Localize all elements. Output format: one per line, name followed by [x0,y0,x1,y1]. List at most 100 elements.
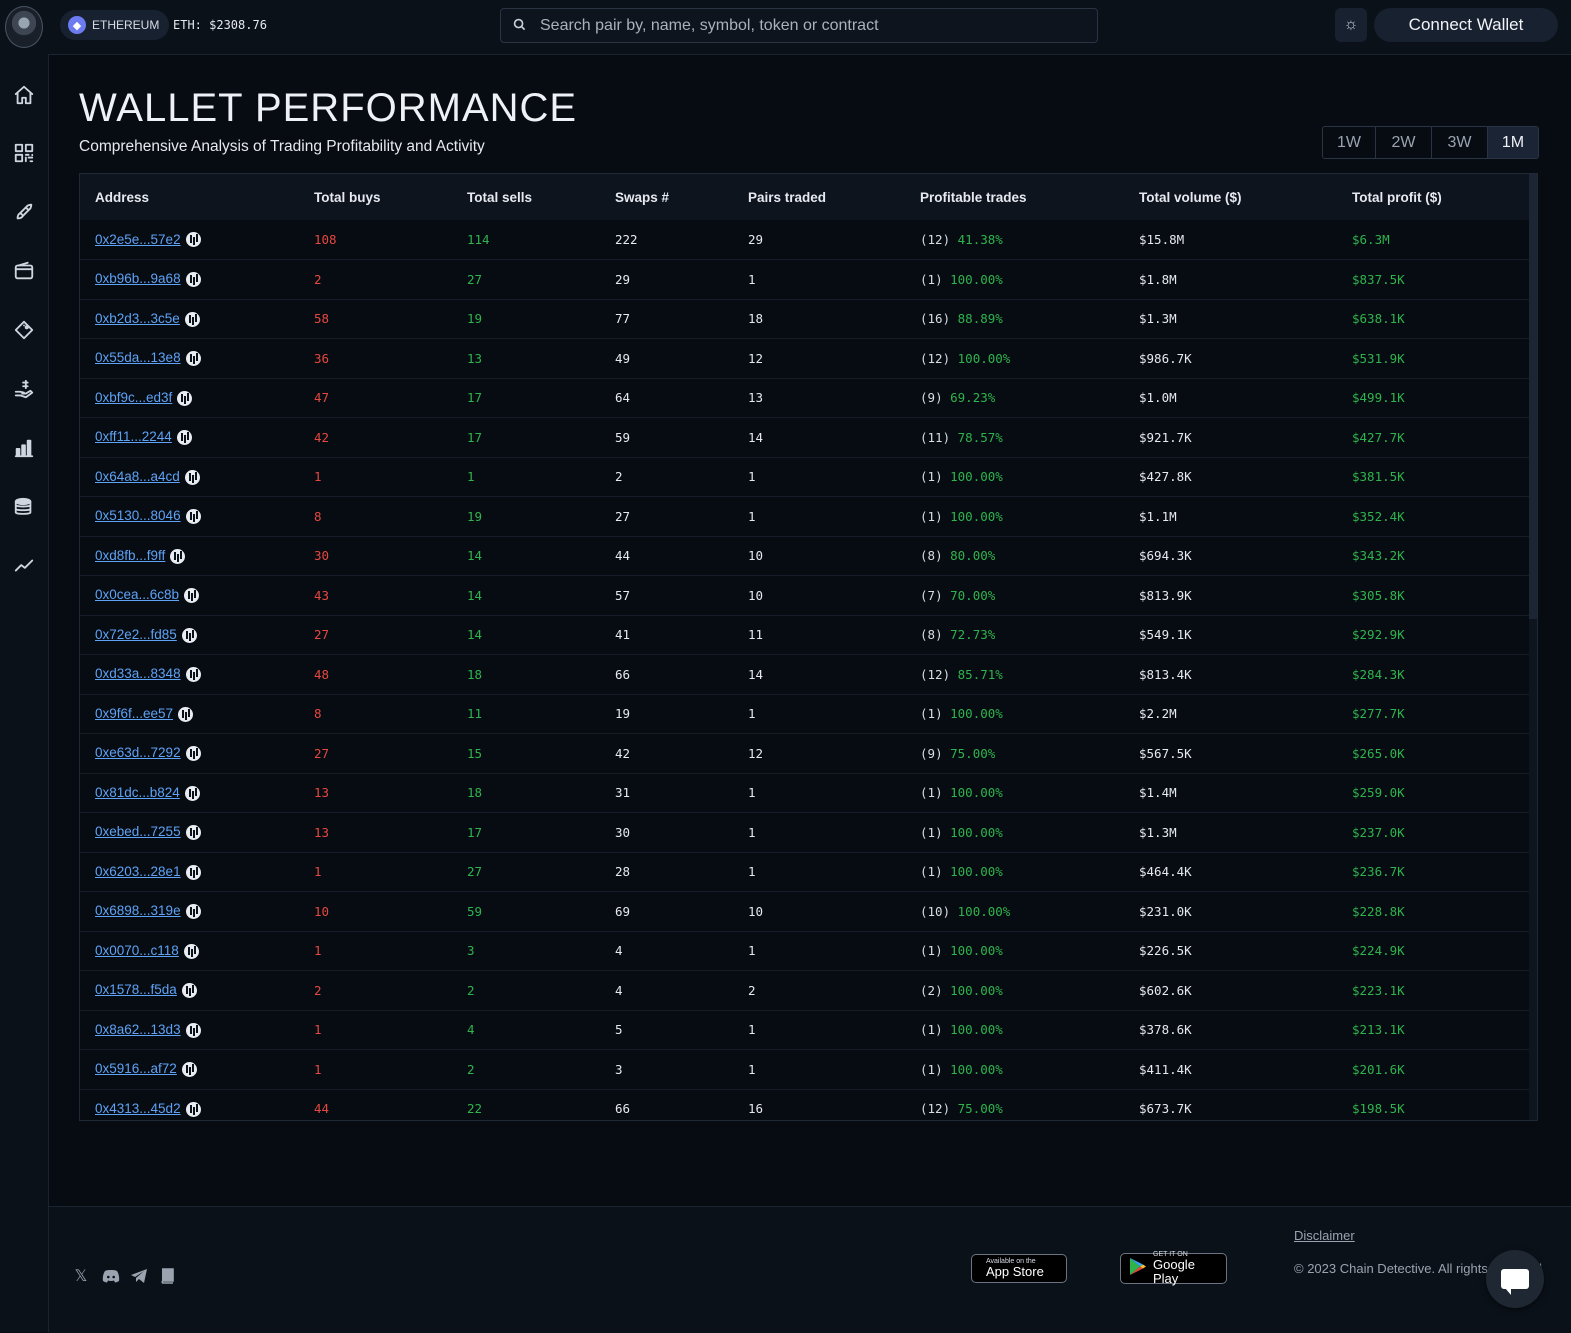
scrollbar-thumb[interactable] [1529,174,1537,619]
pairs-traded-cell: 12 [748,745,764,761]
home-icon[interactable] [10,81,38,109]
etherscan-icon[interactable] [184,588,200,604]
wallet-table: Address Total buys Total sells Swaps # P… [79,173,1538,1121]
wallet-address-link[interactable]: 0x9f6f...ee57 [95,706,173,721]
profitable-percent: 69.23% [950,390,996,406]
etherscan-icon[interactable] [178,706,194,722]
etherscan-icon[interactable] [185,351,201,367]
wallet-address-link[interactable]: 0xd8fb...f9ff [95,548,165,563]
wallet-address-link[interactable]: 0xff11...2244 [95,429,172,444]
wallet-address-link[interactable]: 0x8a62...13d3 [95,1022,181,1037]
etherscan-icon[interactable] [185,825,201,841]
etherscan-icon[interactable] [185,272,201,288]
etherscan-icon[interactable] [177,390,193,406]
telegram-icon[interactable] [130,1267,148,1285]
coins-icon[interactable] [10,493,38,521]
logo[interactable] [5,6,43,48]
profitable-count: 1 [927,706,936,722]
theme-toggle[interactable]: ☼ [1335,8,1367,42]
app-store-badge[interactable]: Available on the App Store [971,1254,1067,1283]
wallet-address-link[interactable]: 0xebed...7255 [95,824,181,839]
table-scrollbar[interactable] [1529,174,1537,1120]
pairs-traded-cell: 1 [748,271,756,287]
etherscan-icon[interactable] [184,311,200,327]
bar-chart-icon[interactable] [10,434,38,462]
rocket-icon[interactable] [10,198,38,226]
range-2w-button[interactable]: 2W [1376,127,1432,158]
range-1m-button[interactable]: 1M [1488,127,1538,158]
table-row: 0xe63d...7292 27 15 42 12 (9) 75.00% $567.5K $2… [80,734,1530,773]
connect-wallet-button[interactable]: Connect Wallet [1374,8,1558,42]
etherscan-icon[interactable] [176,430,192,446]
wallet-address-link[interactable]: 0x0070...c118 [95,943,179,958]
col-header-profitable-trades[interactable]: Profitable trades [905,174,1124,220]
wallet-address-link[interactable]: 0x5130...8046 [95,508,181,523]
wallet-address-link[interactable]: 0x81dc...b824 [95,785,180,800]
etherscan-icon[interactable] [185,864,201,880]
wallet-address-link[interactable]: 0xb96b...9a68 [95,271,181,286]
etherscan-icon[interactable] [184,785,200,801]
trend-line-icon[interactable] [10,552,38,580]
col-header-total-volume[interactable]: Total volume ($) [1124,174,1337,220]
etherscan-icon[interactable] [185,746,201,762]
disclaimer-link[interactable]: Disclaimer [1294,1228,1355,1243]
table-row: 0x81dc...b824 13 18 31 1 (1) 100.00% $1.4M $259… [80,773,1530,813]
wallet-address-link[interactable]: 0x64a8...a4cd [95,469,180,484]
wallet-address-link[interactable]: 0xe63d...7292 [95,745,181,760]
wallet-address-link[interactable]: 0xb2d3...3c5e [95,311,180,326]
etherscan-icon[interactable] [185,509,201,525]
range-1w-button[interactable]: 1W [1323,127,1376,158]
chat-button[interactable] [1486,1250,1544,1308]
range-3w-button[interactable]: 3W [1432,127,1488,158]
search-box[interactable] [500,8,1098,43]
col-header-swaps[interactable]: Swaps # [600,174,733,220]
pairs-traded-cell: 13 [748,390,764,406]
col-header-address[interactable]: Address [80,174,299,220]
col-header-pairs-traded[interactable]: Pairs traded [733,174,905,220]
wallet-address-link[interactable]: 0x2e5e...57e2 [95,232,181,247]
google-play-badge[interactable]: GET IT ON Google Play [1120,1251,1227,1286]
wallet-address-link[interactable]: 0x1578...f5da [95,982,177,997]
total-buys-cell: 43 [314,587,330,603]
etherscan-icon[interactable] [181,1062,197,1078]
discord-icon[interactable] [102,1267,120,1285]
etherscan-icon[interactable] [184,469,200,485]
swaps-cell: 4 [615,982,623,998]
profitable-percent: 100.00% [950,864,1003,880]
x-icon[interactable]: 𝕏 [72,1267,90,1285]
etherscan-icon[interactable] [183,943,199,959]
wallet-address-link[interactable]: 0x6898...319e [95,903,181,918]
wallet-address-link[interactable]: 0xbf9c...ed3f [95,390,172,405]
profitable-close-paren: ) [935,1061,951,1077]
profitable-close-paren: ) [935,390,951,406]
dashboard-icon[interactable] [10,139,38,167]
etherscan-icon[interactable] [185,232,201,248]
wallet-address-link[interactable]: 0x72e2...fd85 [95,627,177,642]
etherscan-icon[interactable] [185,1022,201,1038]
profitable-open-paren: ( [920,1022,928,1038]
profitable-percent: 100.00% [950,271,1003,287]
etherscan-icon[interactable] [170,548,186,564]
total-buys-cell: 1 [314,1022,322,1038]
etherscan-icon[interactable] [185,667,201,683]
wallet-address-link[interactable]: 0x5916...af72 [95,1061,177,1076]
etherscan-icon[interactable] [185,1101,201,1117]
col-header-total-profit[interactable]: Total profit ($) [1337,174,1530,220]
etherscan-icon[interactable] [181,983,197,999]
wallet-address-link[interactable]: 0x0cea...6c8b [95,587,179,602]
wallet-address-link[interactable]: 0xd33a...8348 [95,666,181,681]
col-header-total-sells[interactable]: Total sells [452,174,600,220]
etherscan-icon[interactable] [181,627,197,643]
wallet-address-link[interactable]: 0x4313...45d2 [95,1101,181,1116]
total-volume-cell: $411.4K [1139,1061,1192,1077]
docs-icon[interactable] [158,1267,176,1285]
diamond-icon[interactable] [10,316,38,344]
wallet-address-link[interactable]: 0x6203...28e1 [95,864,181,879]
chain-selector[interactable]: ◆ ETHEREUM [60,10,170,40]
wallet-icon[interactable] [10,257,38,285]
etherscan-icon[interactable] [185,904,201,920]
col-header-total-buys[interactable]: Total buys [299,174,452,220]
search-input[interactable] [538,15,1097,36]
wallet-address-link[interactable]: 0x55da...13e8 [95,350,181,365]
hand-coin-icon[interactable] [10,375,38,403]
